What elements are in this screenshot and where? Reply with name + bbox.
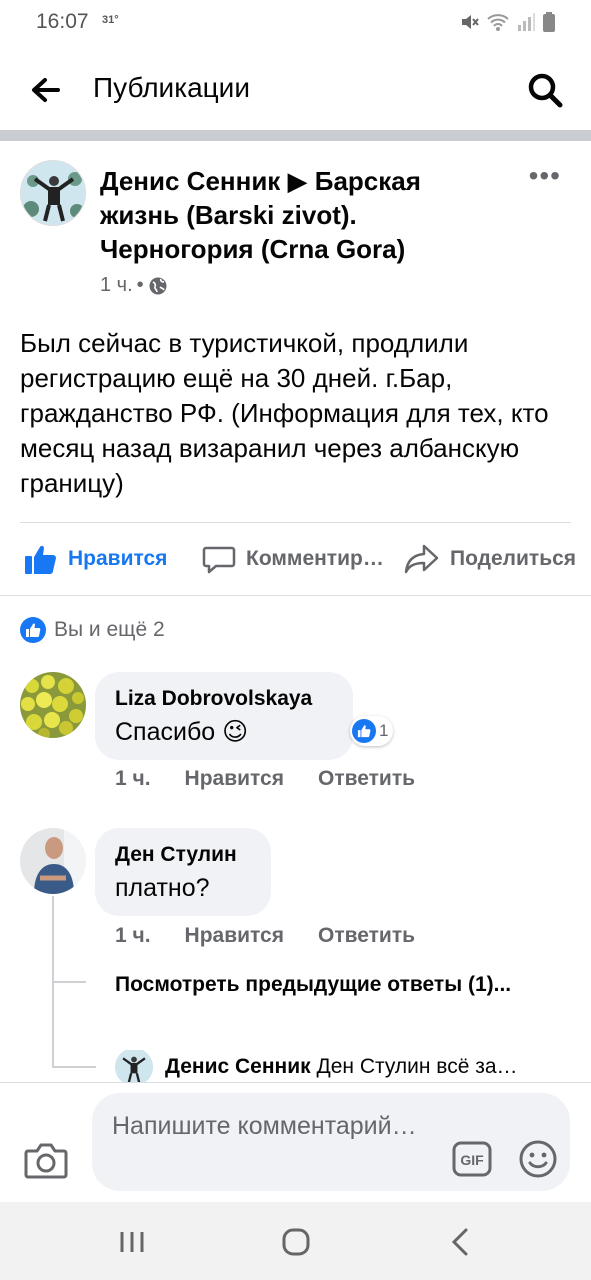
status-bar: 16:07 31° [0, 0, 591, 48]
back-arrow-icon [32, 78, 60, 102]
emoji-button[interactable] [518, 1139, 558, 1179]
status-icons [459, 12, 555, 32]
gif-button[interactable]: GIF [452, 1141, 492, 1177]
signal-icon [518, 13, 535, 31]
like-button[interactable]: Нравится [24, 534, 167, 584]
comment-actions: 1 ч. Нравится Ответить [115, 924, 415, 948]
comment-time: 1 ч. [115, 767, 151, 790]
camera-icon [24, 1143, 68, 1179]
reaction-count: 1 [379, 721, 389, 740]
battery-icon [543, 12, 555, 32]
post-divider [20, 522, 571, 523]
avatar-image [21, 161, 85, 225]
smiley-icon [519, 1140, 557, 1178]
thread-connector [52, 981, 86, 983]
reactions-text: Вы и ещё 2 [54, 618, 165, 641]
status-temperature: 31° [102, 14, 119, 26]
comment-actions: 1 ч. Нравится Ответить [115, 767, 415, 791]
comment-reaction-count[interactable]: 1 [350, 716, 394, 746]
gif-icon: GIF [452, 1141, 492, 1177]
post-actions: Нравится Комментир… Поделиться [0, 534, 591, 584]
reactions-summary[interactable]: Вы и ещё 2 [20, 617, 165, 643]
recent-apps-icon [120, 1232, 144, 1252]
comment-icon [202, 546, 236, 574]
back-button[interactable] [28, 72, 64, 108]
post-text: Был сейчас в туристичкой, продлили регис… [20, 328, 549, 498]
comment-text: Спасибо 😉 [115, 718, 249, 746]
home-icon [282, 1228, 310, 1256]
system-nav-bar [0, 1202, 591, 1280]
more-options-button[interactable]: ••• [529, 160, 561, 192]
header-divider [0, 130, 591, 141]
like-reaction-icon [20, 617, 46, 643]
comment-bubble[interactable]: Ден Стулин платно? [95, 828, 271, 916]
gif-label: GIF [460, 1152, 484, 1168]
comment-composer: Напишите комментарий… GIF [0, 1082, 591, 1202]
commenter-name[interactable]: Liza Dobrovolskaya [115, 684, 333, 714]
commenter-avatar[interactable] [20, 672, 86, 738]
mute-icon [462, 15, 479, 29]
actions-divider [0, 595, 591, 596]
chevron-left-icon [451, 1228, 468, 1256]
post-time[interactable]: 1 ч. [100, 274, 133, 297]
thumbs-up-icon [25, 545, 56, 574]
flowers-image [20, 672, 86, 738]
man-photo-image [20, 828, 86, 894]
back-nav-button[interactable] [444, 1224, 480, 1260]
search-button[interactable] [525, 70, 565, 110]
like-label: Нравится [68, 547, 168, 570]
comment-label: Комментир… [246, 547, 384, 570]
reply-author-avatar [115, 1050, 153, 1084]
comment-bubble[interactable]: Liza Dobrovolskaya Спасибо 😉 [95, 672, 353, 760]
page-title: Публикации [93, 72, 250, 103]
camera-button[interactable] [24, 1141, 68, 1181]
home-button[interactable] [278, 1224, 314, 1260]
comment-reply-button[interactable]: Ответить [318, 767, 415, 791]
wifi-icon [487, 14, 509, 31]
reply-author: Денис Сенник [165, 1055, 311, 1078]
comment-time: 1 ч. [115, 924, 151, 947]
share-label: Поделиться [450, 547, 577, 570]
comment-input[interactable]: Напишите комментарий… [92, 1093, 570, 1191]
comment-button[interactable]: Комментир… [202, 534, 384, 584]
post-author-name[interactable]: Денис Сенник ▶ Барская жизнь (Barski ziv… [100, 164, 500, 266]
reply-body: Ден Стулин всё за… [316, 1055, 518, 1078]
share-button[interactable]: Поделиться [404, 534, 576, 584]
thread-connector [52, 1066, 96, 1068]
reply-preview[interactable]: Денис Сенник Ден Стулин всё за… [115, 1050, 565, 1084]
post-meta: 1 ч. • [100, 274, 168, 297]
recent-apps-button[interactable] [114, 1224, 150, 1260]
app-header: Публикации [0, 48, 591, 130]
share-icon [404, 544, 439, 574]
search-icon [528, 73, 563, 108]
globe-icon [149, 277, 167, 294]
meta-separator: • [136, 274, 144, 296]
status-time: 16:07 [36, 10, 89, 33]
like-reaction-icon [352, 719, 376, 743]
view-previous-replies-link[interactable]: Посмотреть предыдущие ответы (1)... [115, 970, 555, 1000]
comment-like-button[interactable]: Нравится [185, 924, 284, 948]
commenter-avatar[interactable] [20, 828, 86, 894]
reply-text: Денис Сенник Ден Стулин всё за… [165, 1055, 518, 1079]
post-author-avatar[interactable] [20, 160, 86, 226]
comment-reply-button[interactable]: Ответить [318, 924, 415, 948]
comment-text: платно? [115, 874, 210, 902]
comment-like-button[interactable]: Нравится [185, 767, 284, 791]
commenter-name[interactable]: Ден Стулин [115, 840, 251, 870]
